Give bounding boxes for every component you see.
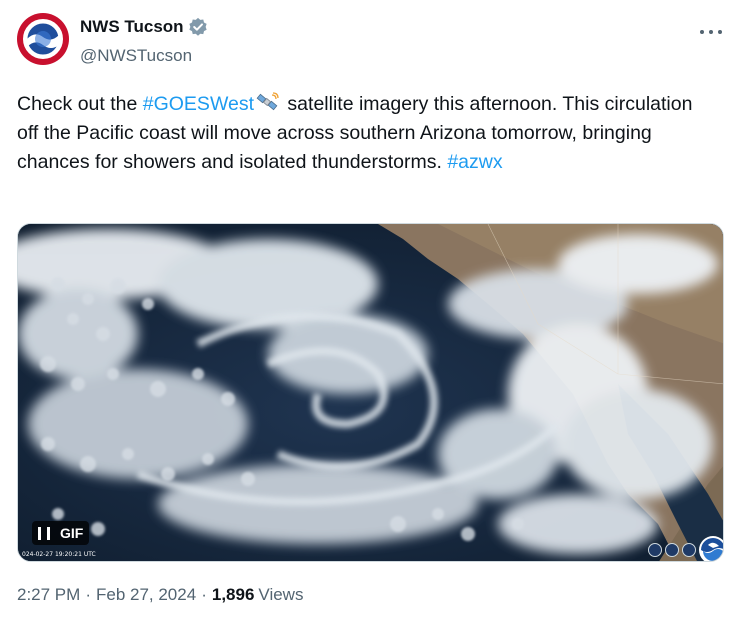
views-count[interactable]: 1,896 [212, 584, 255, 606]
nesdis-logo-icon [682, 543, 696, 557]
tweet-text-part1: Check out the [17, 93, 143, 115]
avatar[interactable] [17, 13, 69, 65]
author-handle[interactable]: @NWSTucson [80, 45, 192, 67]
tweet-time[interactable]: 2:27 PM [17, 584, 80, 606]
more-dot [718, 30, 722, 34]
more-options-icon[interactable] [696, 22, 726, 42]
hashtag-azwx[interactable]: #azwx [447, 151, 502, 173]
noaa-logo-icon [699, 536, 723, 561]
satellite-image [18, 224, 723, 561]
nws-logo-icon [17, 13, 69, 65]
gif-badge[interactable]: GIF [32, 521, 90, 545]
gif-label: GIF [60, 525, 84, 541]
tweet-date[interactable]: Feb 27, 2024 [96, 584, 196, 606]
verified-badge-icon [188, 17, 207, 36]
pause-icon[interactable] [38, 526, 50, 540]
star-logo-icon [665, 543, 679, 557]
agency-logos [648, 536, 723, 561]
separator: · [201, 585, 207, 604]
hashtag-goeswest[interactable]: #GOESWest [143, 93, 254, 115]
satellite-gif[interactable]: GIF 024-02-27 19:20:21 UTC [17, 223, 724, 562]
image-timestamp: 024-02-27 19:20:21 UTC [22, 551, 96, 558]
views-label[interactable]: Views [258, 584, 303, 606]
satellite-icon [256, 92, 279, 111]
tweet-card: NWS Tucson @NWSTucson Check out the #GOE… [0, 0, 741, 621]
display-name[interactable]: NWS Tucson [80, 16, 184, 38]
cira-logo-icon [648, 543, 662, 557]
more-dot [709, 30, 713, 34]
tweet-meta: 2:27 PM · Feb 27, 2024 · 1,896 Views [17, 584, 303, 606]
more-dot [700, 30, 704, 34]
separator: · [85, 585, 91, 604]
tweet-text: Check out the #GOESWest satellite imager… [17, 90, 717, 177]
author-name-row[interactable]: NWS Tucson [80, 16, 208, 38]
